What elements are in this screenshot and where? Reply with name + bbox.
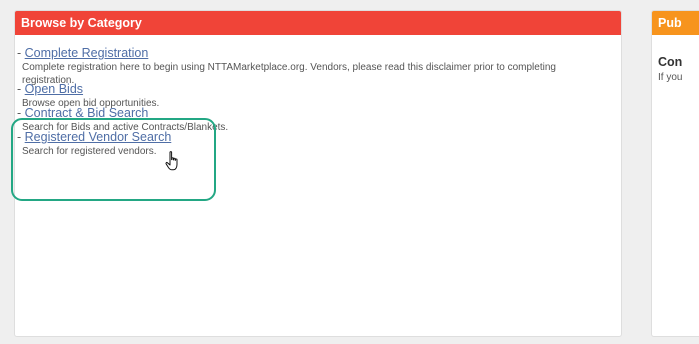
open-bids-link[interactable]: Open Bids <box>25 82 83 96</box>
panel-header-browse-by-category: Browse by Category <box>15 11 621 35</box>
registered-vendor-search-link[interactable]: Registered Vendor Search <box>25 130 172 144</box>
list-dash: - <box>17 82 22 96</box>
registered-vendor-search-description: Search for registered vendors. <box>22 146 157 157</box>
list-dash: - <box>17 130 22 144</box>
public-panel: Pub Con If you <box>651 10 699 337</box>
right-panel-heading: Con <box>658 55 683 69</box>
list-dash: - <box>17 46 22 60</box>
list-item-registered-vendor-search: - Registered Vendor Search Search for re… <box>17 129 607 158</box>
panel-header-public: Pub <box>652 11 699 35</box>
list-dash: - <box>17 106 22 120</box>
contract-bid-search-link[interactable]: Contract & Bid Search <box>25 106 149 120</box>
right-panel-text: If you <box>658 72 683 83</box>
complete-registration-link[interactable]: Complete Registration <box>25 46 149 60</box>
